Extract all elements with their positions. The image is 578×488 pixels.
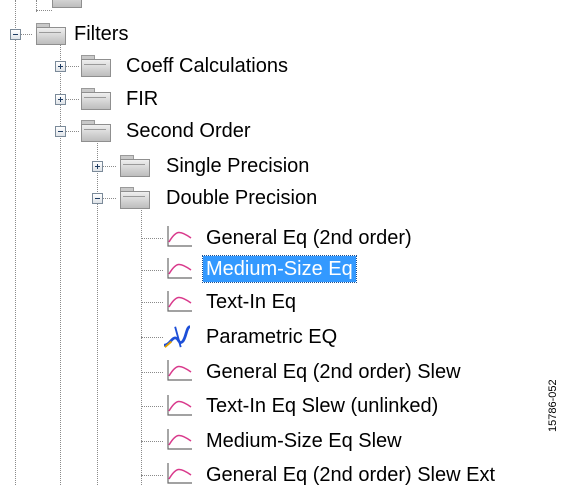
tree-connector — [141, 208, 142, 485]
tree-item-medium-size-eq-slew[interactable]: Medium-Size Eq Slew — [203, 428, 405, 454]
tree-connector — [15, 0, 16, 28]
tree-node-single-precision[interactable]: Single Precision — [163, 153, 312, 179]
tree-connector — [15, 40, 16, 485]
tree-item-medium-size-eq[interactable]: Medium-Size Eq — [202, 255, 357, 283]
collapse-minus-icon[interactable] — [10, 29, 21, 40]
graph-curve-icon — [167, 291, 192, 312]
tree-node-filters[interactable]: Filters — [71, 21, 131, 47]
expand-plus-icon[interactable] — [55, 61, 66, 72]
folder-icon — [81, 88, 111, 110]
folder-icon — [81, 55, 111, 77]
tree-connector — [141, 270, 163, 271]
tree-connector — [20, 34, 32, 35]
figure-id: 15786-052 — [547, 379, 559, 432]
tree-item-general-eq-slew[interactable]: General Eq (2nd order) Slew — [203, 359, 464, 385]
folder-icon — [36, 23, 66, 45]
expand-plus-icon[interactable] — [92, 161, 103, 172]
tree-connector — [97, 204, 98, 485]
tree-connector — [65, 99, 79, 100]
tree-view: Filters Coeff Calculations FIR Second Or… — [0, 0, 578, 488]
tree-item-general-eq[interactable]: General Eq (2nd order) — [203, 225, 415, 251]
graph-curve-icon — [167, 463, 192, 484]
collapse-minus-icon[interactable] — [55, 126, 66, 137]
tree-connector — [60, 136, 61, 485]
tree-item-general-eq-slew-ext[interactable]: General Eq (2nd order) Slew Ext — [203, 462, 498, 488]
tree-connector — [36, 10, 52, 11]
tree-connector — [102, 198, 116, 199]
collapse-minus-icon[interactable] — [92, 193, 103, 204]
folder-icon — [81, 120, 111, 142]
tree-node-double-precision[interactable]: Double Precision — [163, 185, 320, 211]
tree-node-coeff-calculations[interactable]: Coeff Calculations — [123, 53, 291, 79]
tree-connector — [141, 302, 163, 303]
tree-item-text-in-eq-slew[interactable]: Text-In Eq Slew (unlinked) — [203, 393, 441, 419]
folder-icon — [120, 155, 150, 177]
tree-node-second-order[interactable]: Second Order — [123, 118, 254, 144]
folder-icon — [120, 187, 150, 209]
tree-connector — [65, 66, 79, 67]
graph-curve-icon — [167, 360, 192, 381]
tree-connector — [102, 166, 116, 167]
graph-curve-icon — [167, 395, 192, 416]
tree-item-parametric-eq[interactable]: Parametric EQ — [203, 324, 340, 350]
tree-connector — [141, 238, 163, 239]
parametric-eq-icon — [163, 325, 191, 348]
folder-icon — [52, 0, 82, 8]
graph-curve-icon — [167, 258, 192, 279]
tree-item-text-in-eq[interactable]: Text-In Eq — [203, 289, 299, 315]
tree-connector — [141, 372, 163, 373]
tree-connector — [60, 40, 61, 126]
tree-connector — [141, 337, 163, 338]
tree-node-fir[interactable]: FIR — [123, 86, 161, 112]
graph-curve-icon — [167, 226, 192, 247]
tree-connector — [141, 441, 163, 442]
tree-connector — [65, 131, 79, 132]
expand-plus-icon[interactable] — [55, 94, 66, 105]
tree-connector — [141, 406, 163, 407]
graph-curve-icon — [167, 429, 192, 450]
tree-connector — [141, 475, 163, 476]
